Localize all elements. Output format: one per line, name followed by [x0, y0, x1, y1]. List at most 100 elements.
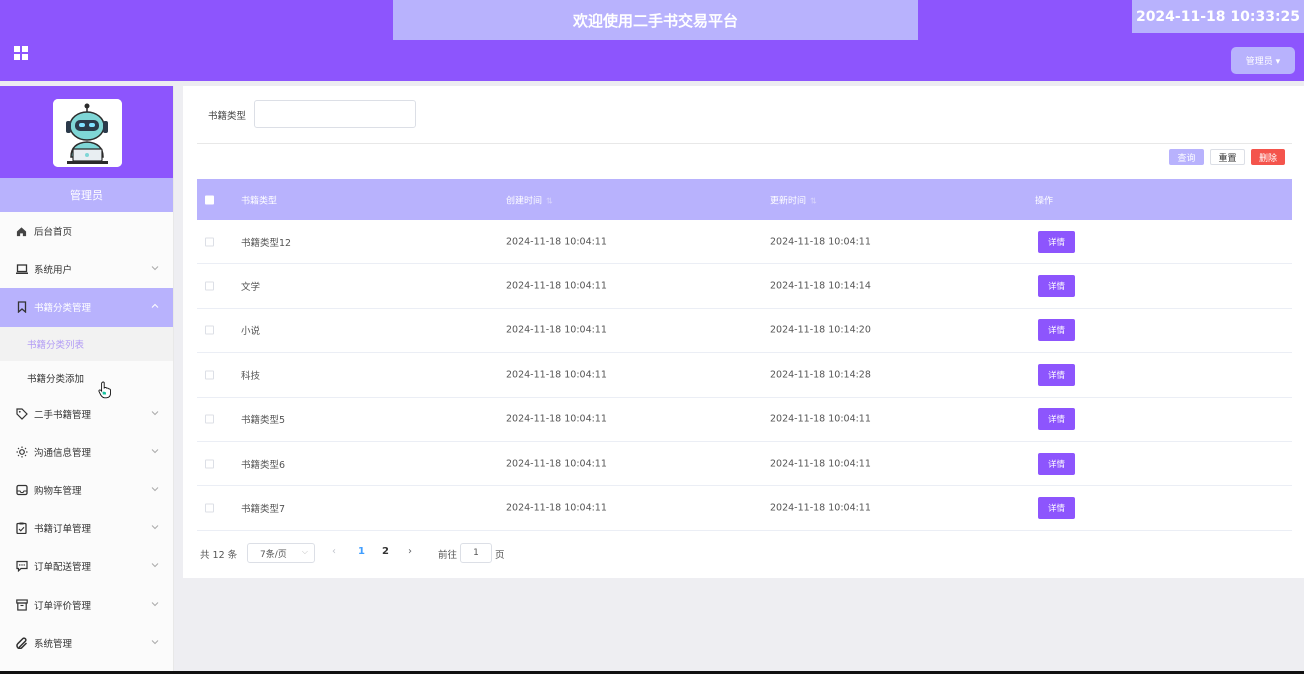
header-created-time[interactable]: 创建时间 ⇅ [506, 193, 553, 206]
sidebar-item-label: 沟通信息管理 [34, 447, 92, 459]
sun-icon [15, 445, 28, 458]
sidebar-item-label: 后台首页 [34, 227, 73, 239]
page-size-value: 7条/页 [260, 549, 287, 560]
reset-button[interactable]: 重置 [1210, 149, 1245, 165]
row-checkbox[interactable] [205, 237, 214, 247]
sidebar-subitem-category-add[interactable]: 书籍分类添加 [0, 361, 173, 395]
detail-button[interactable]: 详情 [1038, 497, 1075, 520]
page-1-button[interactable]: 1 [358, 546, 365, 557]
row-checkbox[interactable] [205, 414, 214, 424]
sidebar-item-home[interactable]: 后台首页 [0, 212, 173, 250]
home-icon [15, 225, 28, 238]
cell-book-type: 小说 [241, 326, 261, 338]
row-checkbox[interactable] [205, 281, 214, 291]
main-panel: 书籍类型 查询 重置 删除 书籍类型 创建时间 ⇅ 更新时间 ⇅ 操作 书籍类型12… [183, 86, 1304, 578]
header-updated-time[interactable]: 更新时间 ⇅ [770, 193, 817, 206]
sidebar-item-messages[interactable]: 沟通信息管理 [0, 433, 173, 471]
row-checkbox[interactable] [205, 370, 214, 380]
sidebar-item-label: 购物车管理 [34, 486, 82, 498]
cell-created-time: 2024-11-18 10:04:11 [506, 369, 607, 381]
goto-label: 前往 [438, 550, 458, 561]
chevron-down-icon [151, 487, 159, 492]
divider [197, 143, 1292, 144]
menu-grid-icon[interactable] [14, 46, 28, 60]
search-label: 书籍类型 [208, 111, 247, 122]
header-created-label: 创建时间 [506, 196, 543, 206]
table-row: 书籍类型5 2024-11-18 10:04:11 2024-11-18 10:… [197, 398, 1292, 442]
laptop-icon [15, 263, 28, 276]
role-label: 管理员 [0, 178, 173, 212]
cell-updated-time: 2024-11-18 10:04:11 [770, 413, 871, 425]
detail-button[interactable]: 详情 [1038, 363, 1075, 386]
sidebar-item-orders[interactable]: 书籍订单管理 [0, 509, 173, 547]
sidebar-item-label: 订单配送管理 [34, 562, 92, 574]
sort-icon: ⇅ [546, 196, 553, 205]
table-row: 书籍类型12 2024-11-18 10:04:11 2024-11-18 10… [197, 220, 1292, 265]
app-title: 欢迎使用二手书交易平台 [393, 0, 918, 40]
detail-button[interactable]: 详情 [1038, 452, 1075, 475]
cell-book-type: 书籍类型6 [241, 459, 286, 471]
cell-created-time: 2024-11-18 10:04:11 [506, 458, 607, 470]
clock: 2024-11-18 10:33:25 [1132, 0, 1304, 33]
query-button[interactable]: 查询 [1169, 149, 1204, 165]
table-row: 文学 2024-11-18 10:04:11 2024-11-18 10:14:… [197, 264, 1292, 309]
sidebar-item-label: 二手书籍管理 [34, 409, 92, 421]
select-all-checkbox[interactable] [205, 195, 214, 204]
chevron-down-icon [151, 410, 159, 415]
cell-book-type: 书籍类型12 [241, 237, 292, 249]
chevron-up-icon [151, 304, 159, 309]
cell-updated-time: 2024-11-18 10:14:14 [770, 280, 871, 292]
sidebar: 管理员 后台首页 系统用户 书籍分类管理 书籍分类列表 书籍分类添加 二手书籍管… [0, 86, 174, 674]
detail-button[interactable]: 详情 [1038, 275, 1075, 298]
sidebar-item-used-books[interactable]: 二手书籍管理 [0, 395, 173, 433]
detail-button[interactable]: 详情 [1038, 408, 1075, 431]
chevron-down-icon [151, 639, 159, 644]
robot-avatar-icon [53, 99, 122, 167]
cell-created-time: 2024-11-18 10:04:11 [506, 236, 607, 248]
chevron-down-icon [151, 266, 159, 271]
header-book-type: 书籍类型 [241, 196, 278, 206]
cell-updated-time: 2024-11-18 10:14:28 [770, 369, 871, 381]
detail-button[interactable]: 详情 [1038, 319, 1075, 342]
header-updated-label: 更新时间 [770, 196, 807, 206]
chevron-down-icon [151, 563, 159, 568]
cell-book-type: 文学 [241, 282, 261, 294]
detail-button[interactable]: 详情 [1038, 230, 1075, 253]
page-size-select[interactable]: 7条/页 ⌵ [247, 543, 315, 563]
delete-button[interactable]: 删除 [1251, 149, 1285, 165]
cell-created-time: 2024-11-18 10:04:11 [506, 280, 607, 292]
cell-updated-time: 2024-11-18 10:04:11 [770, 502, 871, 514]
cell-book-type: 科技 [241, 370, 261, 382]
table-row: 书籍类型6 2024-11-18 10:04:11 2024-11-18 10:… [197, 442, 1292, 487]
sidebar-item-system-users[interactable]: 系统用户 [0, 250, 173, 288]
sidebar-item-book-category[interactable]: 书籍分类管理 [0, 288, 173, 327]
inbox-icon [15, 484, 28, 497]
archive-icon [15, 598, 28, 611]
row-checkbox[interactable] [205, 325, 214, 335]
sidebar-item-system-settings[interactable]: 系统管理 [0, 624, 173, 662]
avatar [53, 99, 122, 167]
sidebar-item-label: 书籍订单管理 [34, 524, 92, 536]
book-category-table: 书籍类型 创建时间 ⇅ 更新时间 ⇅ 操作 书籍类型12 2024-11-18 10… [197, 179, 1292, 531]
next-page-icon[interactable]: › [408, 546, 412, 557]
cell-created-time: 2024-11-18 10:04:11 [506, 502, 607, 514]
cell-book-type: 书籍类型7 [241, 504, 286, 516]
cell-updated-time: 2024-11-18 10:04:11 [770, 236, 871, 248]
chevron-down-icon [151, 525, 159, 530]
prev-page-icon[interactable]: ‹ [332, 546, 336, 557]
sidebar-subitem-category-list[interactable]: 书籍分类列表 [0, 326, 173, 361]
sidebar-item-cart[interactable]: 购物车管理 [0, 471, 173, 509]
sidebar-item-label: 系统用户 [34, 265, 73, 277]
book-type-search-input[interactable] [254, 100, 416, 128]
sidebar-item-delivery[interactable]: 订单配送管理 [0, 547, 173, 585]
table-row: 小说 2024-11-18 10:04:11 2024-11-18 10:14:… [197, 309, 1292, 354]
page-2-button[interactable]: 2 [382, 546, 389, 557]
row-checkbox[interactable] [205, 459, 214, 469]
cell-created-time: 2024-11-18 10:04:11 [506, 413, 607, 425]
row-checkbox[interactable] [205, 503, 214, 513]
goto-page-input[interactable]: 1 [460, 543, 492, 563]
message-icon [15, 560, 28, 573]
sidebar-item-reviews[interactable]: 订单评价管理 [0, 586, 173, 624]
cell-updated-time: 2024-11-18 10:04:11 [770, 458, 871, 470]
user-menu-button[interactable]: 管理员 ▾ [1231, 47, 1295, 74]
